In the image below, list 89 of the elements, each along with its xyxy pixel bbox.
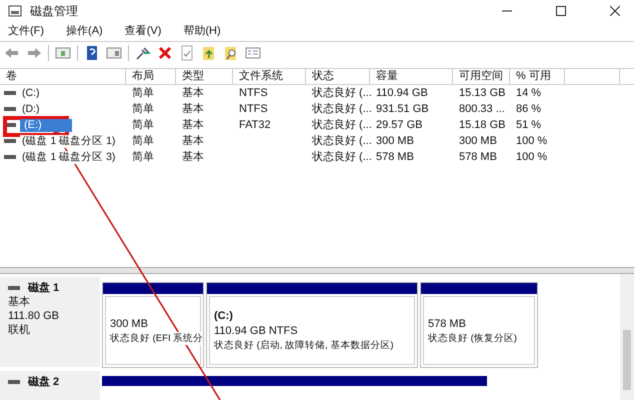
maximize-icon[interactable]: [556, 6, 566, 16]
menu-item[interactable]: 文件(F): [8, 23, 44, 40]
help-icon[interactable]: [84, 45, 100, 61]
disk-name: 磁盘 2: [28, 375, 60, 389]
pane-splitter[interactable]: [0, 267, 634, 274]
menu-item[interactable]: 操作(A): [66, 23, 103, 40]
checklist-icon[interactable]: [179, 45, 195, 61]
disk-status: 联机: [8, 323, 31, 337]
table-cell-text: 状态良好 (...: [312, 86, 372, 101]
volume-name[interactable]: (磁盘 1 磁盘分区 1): [20, 134, 118, 148]
table-cell-text: 931.51 GB: [376, 102, 429, 117]
table-cell-text: 简单: [132, 134, 154, 149]
table-cell-text: NTFS: [239, 102, 268, 117]
drive-icon: [4, 122, 16, 128]
disk-name: 磁盘 1: [28, 281, 60, 295]
column-header[interactable]: 卷: [0, 69, 126, 84]
table-cell-text: 基本: [182, 118, 204, 133]
partition-block[interactable]: 578 MB 状态良好 (恢复分区): [420, 282, 538, 368]
table-cell-text: 状态良好 (...: [312, 102, 372, 117]
table-cell-text: 简单: [132, 118, 154, 133]
table-cell-text: 状态良好 (...: [312, 118, 372, 133]
table-cell-text: 110.94 GB: [376, 86, 428, 101]
table-cell-text: 800.33 ...: [459, 102, 505, 117]
partition-block[interactable]: (C:) 110.94 GB NTFS 状态良好 (启动, 故障转储, 基本数据分区): [206, 282, 418, 368]
partition-status: 状态良好 (恢复分区): [428, 332, 517, 344]
table-cell-text: 基本: [182, 102, 204, 117]
drive-icon: [4, 138, 16, 144]
partition-status: 状态良好 (启动, 故障转储, 基本数据分区): [214, 339, 394, 352]
volume-name[interactable]: (D:): [20, 102, 42, 116]
table-cell-text: 基本: [182, 86, 204, 101]
column-header[interactable]: 容量: [370, 69, 453, 84]
column-header[interactable]: 文件系统: [233, 69, 306, 84]
table-cell-text: 15.13 GB: [459, 86, 506, 101]
table-cell-text: 14 %: [516, 86, 542, 101]
partition-block[interactable]: 300 MB 状态良好 (EFI 系统分: [102, 282, 204, 368]
table-cell-text: 51 %: [516, 118, 542, 133]
folder-up-icon[interactable]: [201, 45, 217, 61]
column-header[interactable]: 布局: [126, 69, 176, 84]
folder-search-icon[interactable]: [223, 45, 239, 61]
back-arrow-icon[interactable]: [4, 45, 20, 61]
partition-size: 578 MB: [428, 316, 467, 332]
forward-arrow-icon[interactable]: [26, 45, 42, 61]
table-cell-text: 简单: [132, 150, 154, 165]
table-cell-text: 简单: [132, 86, 154, 101]
menu-item[interactable]: 帮助(H): [183, 23, 221, 40]
table-cell-text: 86 %: [516, 102, 542, 117]
table-cell-text: NTFS: [239, 86, 268, 101]
table-cell-text: 简单: [132, 102, 154, 117]
column-header[interactable]: 状态: [306, 69, 370, 84]
table-cell-text: 578 MB: [376, 150, 414, 165]
window-title: 磁盘管理: [30, 3, 78, 20]
table-cell-text: 基本: [182, 134, 204, 149]
delete-icon[interactable]: [157, 45, 173, 61]
table-cell-text: 100 %: [516, 134, 548, 149]
table-cell-text: 15.18 GB: [459, 118, 506, 133]
disk-size: 111.80 GB: [8, 309, 60, 323]
table-cell-text: 300 MB: [376, 134, 414, 149]
disk-type: 基本: [8, 295, 31, 309]
volume-name[interactable]: (E:): [20, 118, 72, 132]
drive-icon: [8, 379, 20, 385]
close-icon[interactable]: [610, 6, 620, 16]
plug-icon[interactable]: [135, 45, 151, 61]
drive-icon: [4, 154, 16, 160]
column-header[interactable]: % 可用: [510, 69, 565, 84]
panel-icon[interactable]: [55, 45, 71, 61]
properties-icon[interactable]: [245, 45, 261, 61]
panel-icon[interactable]: [106, 45, 122, 61]
table-cell-text: 基本: [182, 150, 204, 165]
drive-icon: [8, 285, 20, 291]
window-icon: [8, 5, 22, 17]
drive-icon: [4, 90, 16, 96]
drive-icon: [4, 106, 16, 112]
partition-size: 300 MB: [110, 316, 149, 332]
table-cell-text: 300 MB: [459, 134, 497, 149]
table-cell-text: 状态良好 (...: [312, 134, 372, 149]
table-cell-text: 状态良好 (...: [312, 150, 372, 165]
menu-item[interactable]: 查看(V): [124, 23, 162, 40]
highlight-frame: [3, 116, 69, 137]
partition-status: 状态良好 (EFI 系统分: [110, 332, 203, 344]
column-header[interactable]: 类型: [176, 69, 233, 84]
volume-name[interactable]: (磁盘 1 磁盘分区 3): [20, 150, 118, 164]
table-cell-text: 29.57 GB: [376, 118, 422, 133]
partition-size: 110.94 GB NTFS: [214, 324, 299, 339]
table-cell-text: 578 MB: [459, 150, 497, 165]
volume-name[interactable]: (C:): [20, 86, 42, 100]
partition-label: (C:): [214, 309, 234, 324]
table-cell-text: 100 %: [516, 150, 548, 165]
table-cell-text: FAT32: [239, 118, 271, 133]
column-header[interactable]: 可用空间: [453, 69, 510, 84]
